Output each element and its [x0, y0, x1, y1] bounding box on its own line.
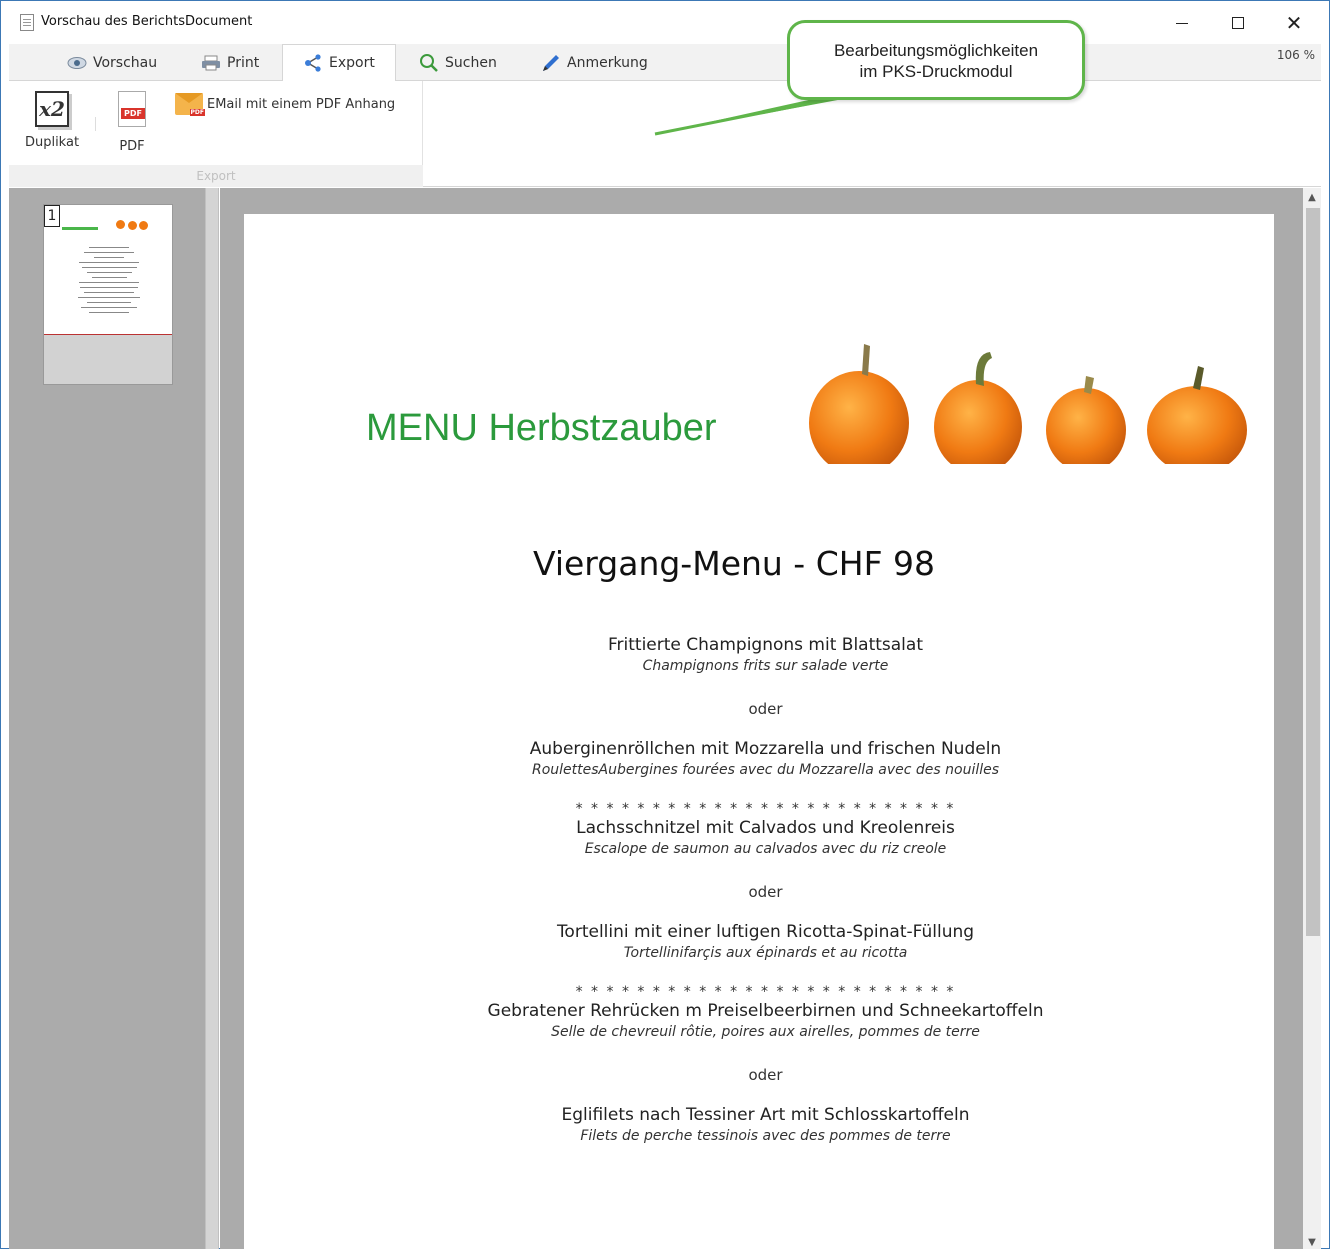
- tab-vorschau[interactable]: Vorschau: [67, 44, 157, 81]
- tab-export-label: Export: [329, 55, 375, 71]
- course-title: Gebratener Rehrücken m Preiselbeerbirnen…: [487, 1001, 1044, 1021]
- title-bar: Vorschau des BerichtsDocument ✕: [1, 1, 1329, 43]
- preview-window: Vorschau des BerichtsDocument ✕ Vorschau…: [0, 0, 1330, 1249]
- thumbnail-text-lines: [64, 243, 154, 317]
- course-separator: * * * * * * * * * * * * * * * * * * * * …: [575, 801, 956, 817]
- duplicate-label: Duplikat: [24, 135, 80, 150]
- pdf-icon: PDF: [118, 91, 146, 127]
- panel-splitter[interactable]: [205, 188, 219, 1249]
- thumbnail-title-mark: [62, 227, 98, 230]
- thumbnail-page-overflow: [44, 334, 172, 384]
- thumbnail-panel: 1: [9, 188, 205, 1249]
- maximize-icon: [1232, 17, 1244, 29]
- email-icon: PDF: [175, 93, 205, 116]
- pumpkin-mini-icon: [116, 220, 125, 229]
- maximize-button[interactable]: [1215, 9, 1261, 37]
- callout-line-1: Bearbeitungsmöglichkeiten: [833, 41, 1039, 60]
- export-group-label: Export: [9, 165, 423, 187]
- minimize-icon: [1176, 22, 1188, 24]
- tab-anmerkung-label: Anmerkung: [567, 54, 648, 71]
- pumpkin-mini-icon: [139, 221, 148, 230]
- tab-print[interactable]: Print: [201, 44, 259, 81]
- printer-icon: [202, 55, 220, 70]
- email-pdf-button[interactable]: PDF EMail mit einem PDF Anhang: [175, 93, 396, 116]
- course-translation: Filets de perche tessinois avec des pomm…: [580, 1128, 951, 1144]
- ribbon-panel: x2 Duplikat PDF PDF PDF EMail mit einem …: [9, 81, 1321, 187]
- menu-title: MENU Herbstzauber: [366, 407, 717, 449]
- scroll-down-icon[interactable]: ▼: [1306, 1237, 1318, 1248]
- share-icon: [305, 54, 321, 72]
- tab-print-label: Print: [227, 54, 260, 71]
- course-translation: RoulettesAubergines fourées avec du Mozz…: [531, 762, 1000, 778]
- document-viewport: MENU Herbstzauber Viergang-Menu - CHF 98…: [220, 188, 1303, 1249]
- course-title: Lachsschnitzel mit Calvados und Kreolenr…: [576, 818, 955, 838]
- page-thumbnail[interactable]: 1: [43, 204, 173, 385]
- pdf-badge: PDF: [121, 108, 145, 119]
- menu-heading: Viergang-Menu - CHF 98: [532, 544, 936, 583]
- separator: [95, 117, 96, 131]
- or-divider: oder: [748, 883, 783, 901]
- pdf-label: PDF: [119, 139, 145, 154]
- document-page: MENU Herbstzauber Viergang-Menu - CHF 98…: [244, 214, 1274, 1249]
- ribbon-tabs: Vorschau Print Export Suchen Anmerkung 1…: [9, 44, 1321, 82]
- page-number: 1: [44, 205, 60, 227]
- tab-anmerkung[interactable]: Anmerkung: [541, 44, 648, 81]
- course-translation: Selle de chevreuil rôtie, poires aux air…: [551, 1024, 980, 1040]
- menu-courses: Frittierte Champignons mit Blattsalat Ch…: [244, 634, 1287, 1146]
- minimize-button[interactable]: [1159, 9, 1205, 37]
- callout-bubble: Bearbeitungsmöglichkeiten im PKS-Druckmo…: [787, 20, 1085, 100]
- email-pdf-label: EMail mit einem PDF Anhang: [207, 96, 396, 112]
- window-title: Vorschau des BerichtsDocument: [41, 14, 253, 29]
- vertical-scrollbar[interactable]: ▲ ▼: [1303, 188, 1321, 1249]
- tab-suchen-label: Suchen: [445, 54, 497, 71]
- duplicate-icon: x2: [35, 91, 69, 127]
- eye-icon: [67, 56, 87, 69]
- export-group: x2 Duplikat PDF PDF PDF EMail mit einem …: [9, 81, 423, 187]
- course-separator: * * * * * * * * * * * * * * * * * * * * …: [575, 984, 956, 1000]
- course-title: Frittierte Champignons mit Blattsalat: [608, 635, 923, 655]
- course-title: Eglifilets nach Tessiner Art mit Schloss…: [561, 1105, 970, 1125]
- course-title: Tortellini mit einer luftigen Ricotta-Sp…: [556, 922, 975, 942]
- search-icon: [420, 53, 438, 72]
- duplicate-button[interactable]: x2 Duplikat: [17, 91, 87, 150]
- scroll-up-icon[interactable]: ▲: [1306, 192, 1318, 203]
- or-divider: oder: [748, 1066, 783, 1084]
- zoom-level: 106 %: [1276, 48, 1315, 62]
- or-divider: oder: [748, 700, 783, 718]
- course-title: Auberginenröllchen mit Mozzarella und fr…: [529, 739, 1002, 759]
- callout-line-2: im PKS-Druckmodul: [859, 62, 1013, 81]
- document-icon: [20, 14, 34, 31]
- pdf-button[interactable]: PDF PDF: [97, 91, 167, 154]
- pumpkin-mini-icon: [128, 221, 137, 230]
- pen-icon: [543, 54, 559, 71]
- tab-export[interactable]: Export: [282, 44, 396, 82]
- course-translation: Champignons frits sur salade verte: [642, 658, 889, 674]
- tab-vorschau-label: Vorschau: [93, 54, 158, 71]
- course-translation: Escalope de saumon au calvados avec du r…: [584, 841, 947, 857]
- scrollbar-thumb[interactable]: [1306, 208, 1320, 936]
- close-button[interactable]: ✕: [1271, 9, 1317, 37]
- email-pdf-badge: PDF: [189, 109, 205, 116]
- close-icon: ✕: [1285, 11, 1303, 35]
- course-translation: Tortellinifarçis aux épinards et au rico…: [623, 945, 908, 961]
- pumpkins-image: [809, 344, 1247, 464]
- tab-suchen[interactable]: Suchen: [419, 44, 497, 81]
